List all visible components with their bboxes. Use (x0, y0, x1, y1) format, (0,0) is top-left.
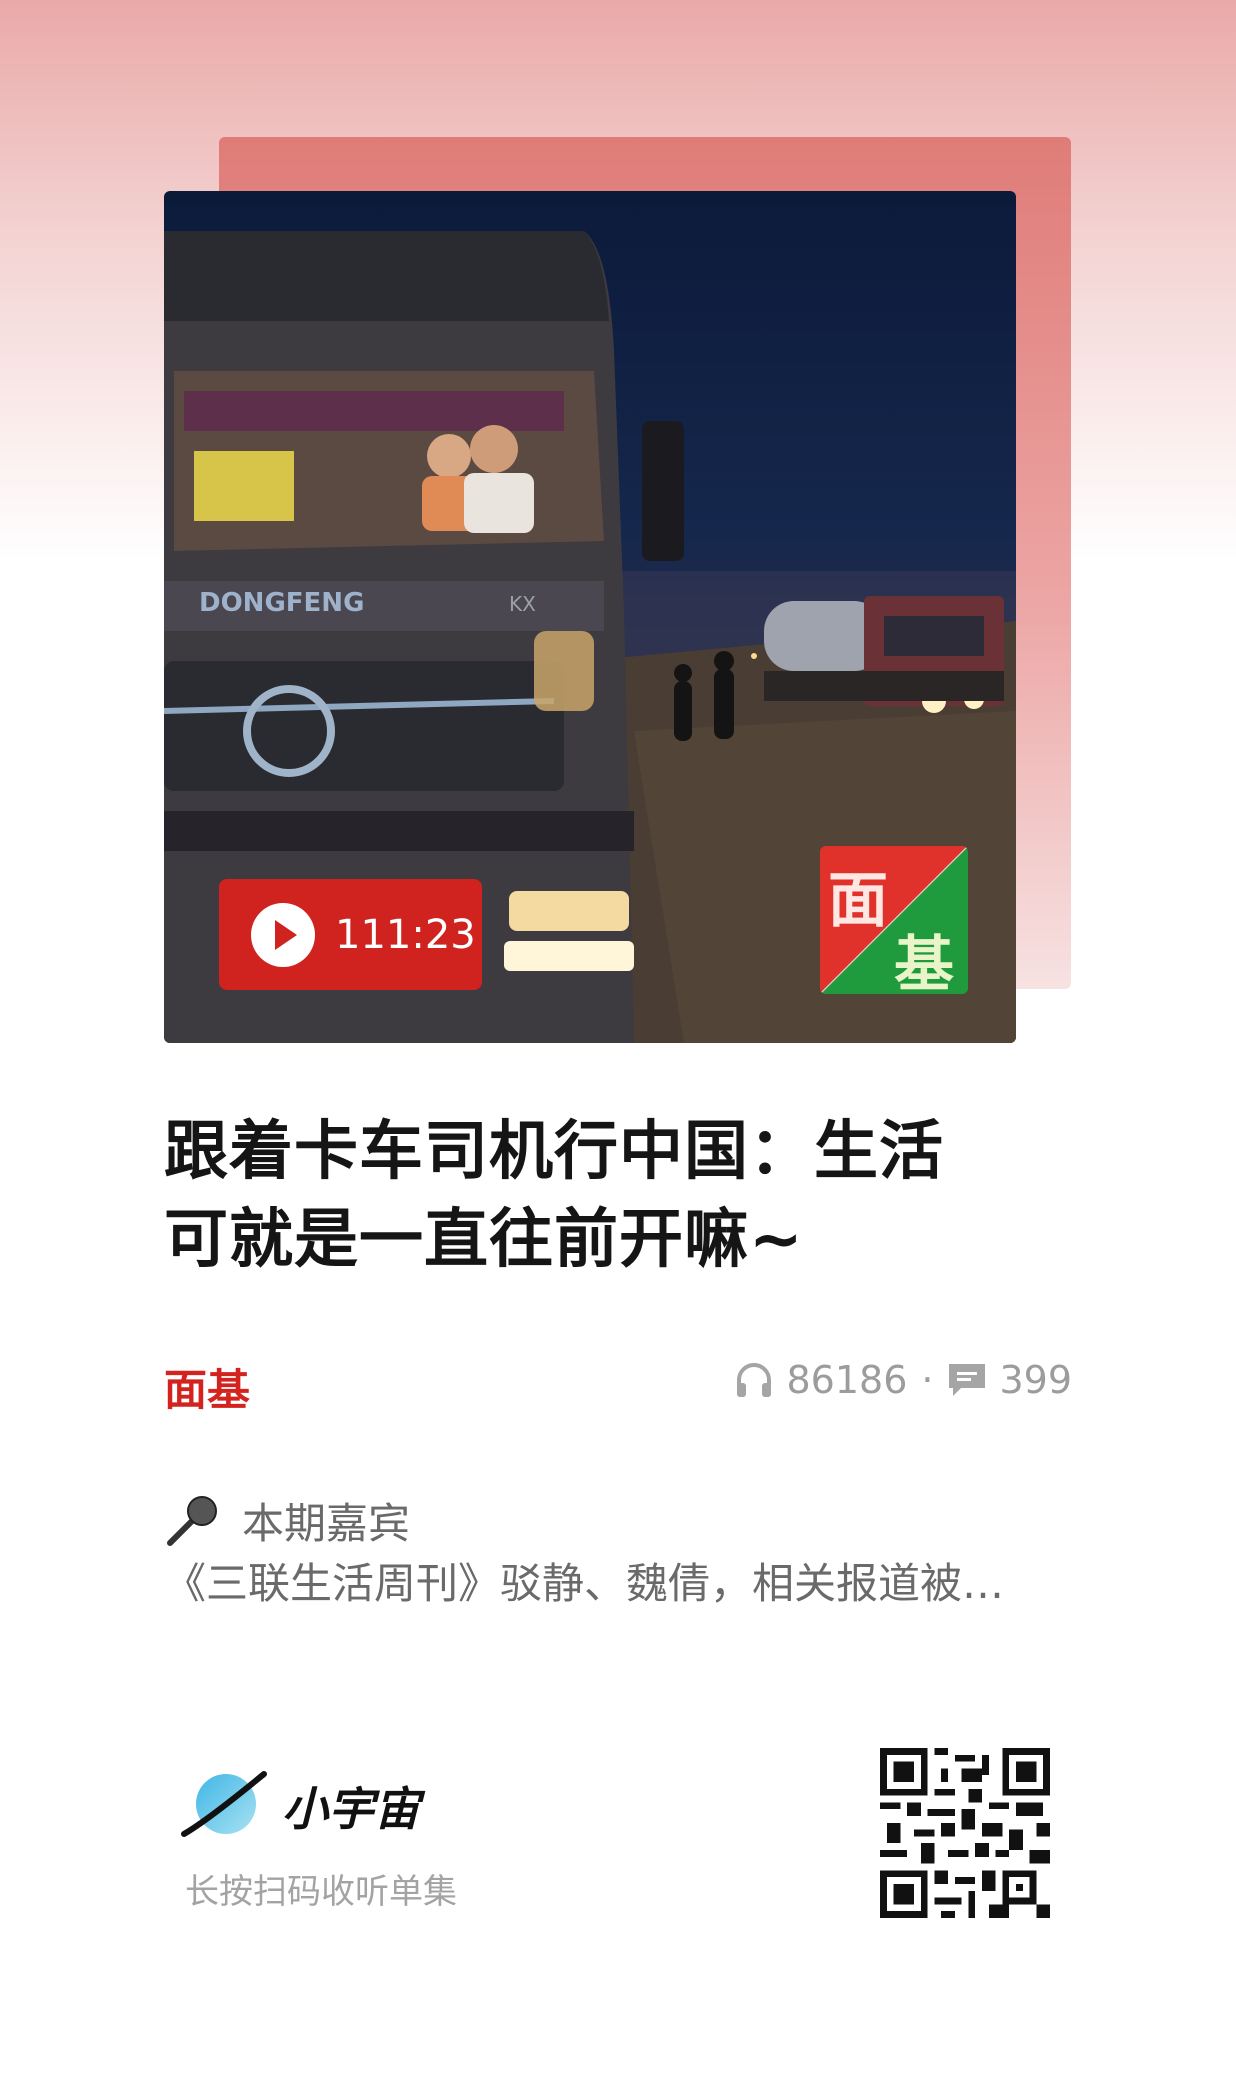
logo-char-2: 基 (894, 930, 954, 994)
episode-title-line-2: 可就是一直往前开嘛~ (164, 1203, 804, 1277)
microphone-icon (167, 1495, 217, 1546)
xiaoyuzhou-logo: 小宇宙 (178, 1760, 420, 1852)
headphones-icon (737, 1363, 772, 1397)
play-button[interactable]: 111:23 (219, 879, 482, 990)
stats-separator: · (921, 1358, 934, 1402)
episode-stats: 86186 · 399 (734, 1358, 1072, 1402)
guest-section-header: 本期嘉宾 (164, 1490, 410, 1551)
episode-cover[interactable]: DONGFENG KX 111:23 面 基 (164, 191, 1016, 1043)
qr-code[interactable] (880, 1748, 1050, 1918)
logo-char-1: 面 (828, 866, 888, 936)
footer-brand-name: 小宇宙 (282, 1782, 420, 1836)
comment-icon (949, 1364, 986, 1396)
comment-count: 399 (999, 1358, 1072, 1402)
episode-title-line-1: 跟着卡车司机行中国：生活 (164, 1115, 944, 1189)
podcast-name[interactable]: 面基 (164, 1356, 250, 1418)
episode-title: 跟着卡车司机行中国：生活 可就是一直往前开嘛~ (164, 1108, 1024, 1284)
truck-brand-text: DONGFENG (199, 588, 364, 618)
play-count: 86186 (786, 1358, 908, 1402)
podcast-logo: 面 基 (820, 846, 968, 994)
guest-description: 《三联生活周刊》驳静、魏倩，相关报道被… (164, 1559, 1005, 1608)
truck-model-text: KX (509, 592, 536, 616)
episode-duration: 111:23 (335, 911, 476, 958)
play-icon (251, 902, 315, 967)
planet-icon (181, 1771, 267, 1837)
footer-scan-hint: 长按扫码收听单集 (185, 1872, 457, 1912)
guest-label: 本期嘉宾 (242, 1499, 411, 1548)
